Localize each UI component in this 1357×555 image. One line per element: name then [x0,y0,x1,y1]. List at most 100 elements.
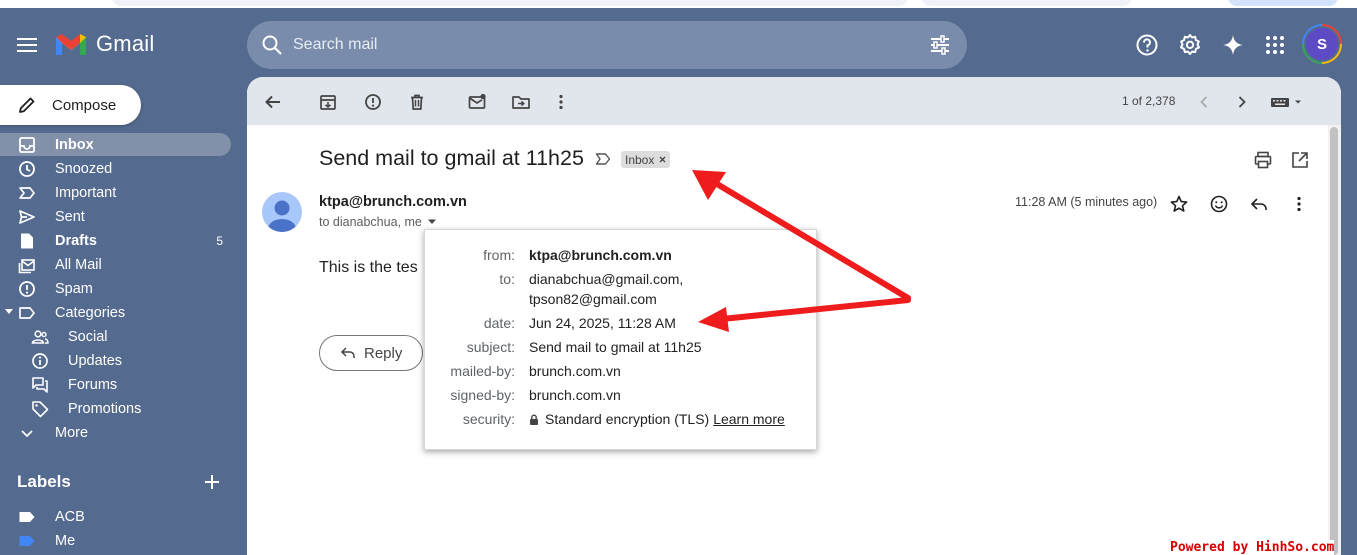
browser-top-strip [0,0,1357,8]
pagination-count: 1 of 2,378 [1122,94,1176,108]
sidebar-item-label: Important [55,184,117,201]
details-date-value: Jun 24, 2025, 11:28 AM [529,315,676,331]
sidebar-item-important[interactable]: Important [0,181,231,204]
details-to-value-2: tpson82@gmail.com [529,291,657,307]
pencil-icon [19,97,35,113]
help-icon[interactable] [1134,32,1160,58]
star-icon[interactable] [1169,194,1189,214]
more-options-icon[interactable] [551,92,571,112]
chevron-left-icon[interactable] [1194,92,1214,112]
avatar: S [1304,26,1340,62]
details-from-value: ktpa@brunch.com.vn [529,247,672,263]
sidebar-item-label: Social [68,328,108,345]
sidebar-item-categories[interactable]: Categories [0,301,231,324]
emoji-reaction-icon[interactable] [1209,194,1229,214]
report-spam-icon[interactable] [363,92,383,112]
inbox-icon [19,137,35,153]
compose-label: Compose [52,96,117,114]
main-menu-icon[interactable] [16,34,38,56]
details-key: from: [483,247,515,263]
sidebar-label-acb[interactable]: ACB [0,505,231,528]
add-label-icon[interactable] [204,474,220,490]
inbox-label-chip: Inbox [621,151,671,168]
sidebar-item-label: ACB [55,508,85,525]
details-security-value: Standard encryption (TLS) Learn more [529,411,785,427]
inbox-chip-label: Inbox [625,152,655,167]
message-timestamp: 11:28 AM (5 minutes ago) [1015,195,1158,209]
sidebar-item-all-mail[interactable]: All Mail [0,253,231,276]
drafts-count: 5 [216,233,223,248]
caret-down-icon[interactable] [5,309,13,315]
message-toolbar: 1 of 2,378 [247,77,1341,125]
sidebar-item-sent[interactable]: Sent [0,205,231,228]
details-key: mailed-by: [450,363,515,379]
details-subject-value: Send mail to gmail at 11h25 [529,339,702,355]
search-input[interactable]: Search mail [293,36,929,54]
settings-gear-icon[interactable] [1177,32,1203,58]
show-details-caret-icon[interactable] [427,219,436,225]
sidebar-item-label: Categories [55,304,126,321]
reply-button[interactable]: Reply [319,335,423,371]
sender-avatar[interactable] [262,192,302,232]
search-options-icon[interactable] [929,34,951,56]
person-icon [268,200,296,232]
browser-profile-pill[interactable] [1228,0,1338,6]
labels-heading: Labels [17,472,71,491]
reply-icon[interactable] [1249,194,1269,214]
message-more-options-icon[interactable] [1289,194,1309,214]
sidebar-item-social[interactable]: Social [0,325,231,348]
importance-marker-icon[interactable] [595,152,611,166]
important-icon [19,187,35,199]
open-new-window-icon[interactable] [1290,150,1310,170]
input-tools-keyboard-icon[interactable] [1270,92,1306,112]
back-arrow-icon[interactable] [263,92,283,112]
sidebar-item-promotions[interactable]: Promotions [0,397,231,420]
sidebar-item-drafts[interactable]: Drafts 5 [0,229,231,252]
account-avatar-button[interactable]: S [1302,24,1342,64]
sidebar-item-more[interactable]: More [0,421,231,444]
sidebar-item-label: All Mail [55,256,102,273]
sidebar-item-forums[interactable]: Forums [0,373,231,396]
learn-more-link[interactable]: Learn more [713,411,785,427]
archive-icon[interactable] [318,92,338,112]
gmail-wordmark: Gmail [96,31,155,56]
gemini-sparkle-icon[interactable] [1220,32,1246,58]
details-mailed-by-value: brunch.com.vn [529,363,621,379]
sidebar-item-label: Sent [55,208,85,225]
recipients-line[interactable]: to dianabchua, me [319,215,436,229]
clock-icon [19,161,35,177]
browser-address-bar[interactable] [112,0,908,6]
sidebar-item-label: Promotions [68,400,142,417]
delete-trash-icon[interactable] [407,92,427,112]
apps-grid-icon[interactable] [1262,32,1288,58]
sidebar-item-spam[interactable]: Spam [0,277,231,300]
print-icon[interactable] [1253,150,1273,170]
details-key: date: [483,315,515,331]
sidebar-item-label: Inbox [55,136,94,153]
gmail-logo[interactable]: Gmail [54,31,154,57]
remove-label-close-icon[interactable] [659,156,666,163]
recipients-text: to dianabchua, me [319,215,422,229]
draft-icon [21,233,33,249]
message-details-popup: from: ktpa@brunch.com.vn to: dianabchua@… [424,229,817,450]
chevron-right-icon[interactable] [1232,92,1252,112]
mark-unread-icon[interactable] [467,92,487,112]
sidebar-label-me[interactable]: Me [0,529,231,552]
compose-button[interactable]: Compose [0,85,141,125]
sidebar-item-inbox[interactable]: Inbox [0,133,231,156]
sidebar-item-label: Spam [55,280,93,297]
sidebar-item-snoozed[interactable]: Snoozed [0,157,231,180]
search-bar[interactable]: Search mail [247,21,967,69]
sidebar-item-updates[interactable]: Updates [0,349,231,372]
search-icon[interactable] [261,34,283,56]
forum-icon [32,377,48,393]
label-tag-icon [19,536,35,546]
browser-extensions-area[interactable] [922,0,1132,6]
sidebar-item-label: Updates [68,352,123,369]
move-to-folder-icon[interactable] [511,92,531,112]
sidebar-item-label: More [55,424,89,441]
reply-arrow-icon [340,347,355,358]
chevron-down-icon [21,430,33,438]
label-tag-icon [19,512,35,522]
scrollbar-thumb[interactable] [1330,127,1338,555]
